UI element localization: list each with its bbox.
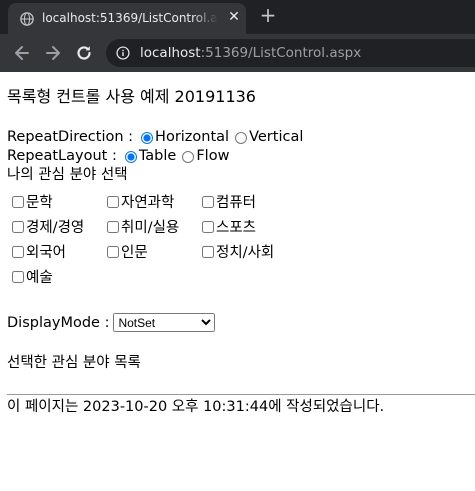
checkbox-label[interactable]: 경제/경영 — [26, 220, 84, 236]
checkbox-label[interactable]: 스포츠 — [216, 220, 256, 236]
interest-label: 나의 관심 분야 선택 — [7, 167, 128, 183]
interest-checkbox-list: 문학 자연과학 컴퓨터 경제/경영 취미/실용 스포츠 외국어 인문 정치/사회… — [12, 189, 467, 289]
generated-timestamp: 이 페이지는 2023-10-20 오후 10:31:44에 작성되었습니다. — [7, 399, 385, 415]
radio-flow[interactable] — [182, 150, 195, 163]
checkbox-sports[interactable] — [202, 221, 214, 233]
repeat-layout-label: RepeatLayout : — [7, 148, 117, 164]
checkbox-label[interactable]: 취미/실용 — [121, 220, 179, 236]
checkbox-label[interactable]: 예술 — [26, 270, 53, 286]
checkbox-label[interactable]: 정치/사회 — [216, 245, 274, 261]
checkbox-art[interactable] — [12, 271, 24, 283]
checkbox-foreign-language[interactable] — [12, 246, 24, 258]
globe-icon — [20, 12, 34, 26]
table-row: 경제/경영 취미/실용 스포츠 — [12, 214, 297, 239]
checkbox-humanities[interactable] — [107, 246, 119, 258]
checkbox-label[interactable]: 컴퓨터 — [216, 195, 256, 211]
repeat-direction-row: RepeatDirection : Horizontal Vertical — [7, 128, 467, 147]
browser-tab-strip: localhost:51369/ListControl.aspx ✕ + — [0, 0, 475, 34]
display-mode-select[interactable]: NotSet — [113, 313, 216, 332]
selected-interests-title: 선택한 관심 분야 목록 — [7, 355, 141, 371]
checkbox-computer[interactable] — [202, 196, 214, 208]
radio-table-label[interactable]: Table — [139, 147, 177, 166]
display-mode-label: DisplayMode : — [7, 314, 110, 331]
tab-title: localhost:51369/ListControl.aspx — [42, 11, 218, 25]
checkbox-hobby[interactable] — [107, 221, 119, 233]
checkbox-label[interactable]: 외국어 — [26, 245, 66, 261]
url-host: localhost — [140, 45, 201, 61]
radio-vertical-label[interactable]: Vertical — [249, 128, 303, 147]
divider — [7, 394, 475, 395]
table-row: 외국어 인문 정치/사회 — [12, 239, 297, 264]
reload-icon[interactable] — [74, 43, 94, 63]
url-path: :51369/ListControl.aspx — [200, 45, 362, 61]
page-content: 목록형 컨트롤 사용 예제 20191136 RepeatDirection :… — [7, 86, 467, 373]
address-bar[interactable]: localhost:51369/ListControl.aspx — [106, 39, 475, 67]
close-icon[interactable]: ✕ — [226, 9, 242, 25]
radio-table[interactable] — [124, 150, 137, 163]
checkbox-label[interactable]: 자연과학 — [121, 195, 174, 211]
checkbox-label[interactable]: 인문 — [121, 245, 148, 261]
table-row: 예술 — [12, 264, 297, 289]
back-arrow-icon[interactable] — [12, 43, 32, 63]
checkbox-literature[interactable] — [12, 196, 24, 208]
forward-arrow-icon[interactable] — [43, 43, 63, 63]
checkbox-natural-science[interactable] — [107, 196, 119, 208]
page-title: 목록형 컨트롤 사용 예제 20191136 — [7, 87, 256, 106]
info-icon[interactable] — [116, 46, 130, 60]
radio-vertical[interactable] — [235, 131, 248, 144]
repeat-direction-label: RepeatDirection : — [7, 129, 134, 145]
radio-flow-label[interactable]: Flow — [196, 147, 229, 166]
browser-toolbar: localhost:51369/ListControl.aspx — [0, 34, 475, 72]
checkbox-politics[interactable] — [202, 246, 214, 258]
browser-tab[interactable]: localhost:51369/ListControl.aspx ✕ — [8, 3, 246, 34]
url-text: localhost:51369/ListControl.aspx — [140, 45, 361, 61]
display-mode-row: DisplayMode : NotSet — [7, 313, 467, 332]
radio-horizontal-label[interactable]: Horizontal — [155, 128, 229, 147]
repeat-layout-row: RepeatLayout : Table Flow — [7, 147, 467, 166]
checkbox-label[interactable]: 문학 — [26, 195, 53, 211]
checkbox-economy[interactable] — [12, 221, 24, 233]
new-tab-button[interactable]: + — [258, 5, 278, 25]
table-row: 문학 자연과학 컴퓨터 — [12, 189, 297, 214]
radio-horizontal[interactable] — [141, 131, 154, 144]
